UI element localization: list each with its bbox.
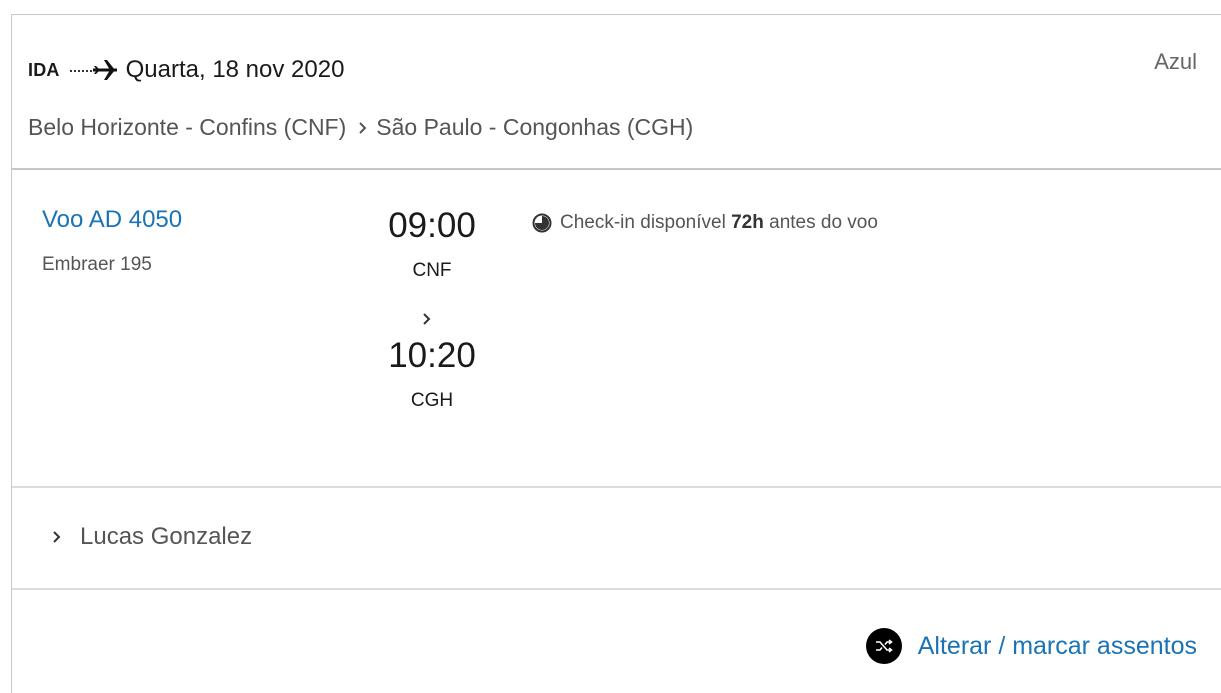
passenger-toggle[interactable]: Lucas Gonzalez (52, 523, 252, 551)
aircraft-type: Embraer 195 (42, 254, 152, 275)
change-seats-label: Alterar / marcar assentos (917, 631, 1197, 660)
checkin-suffix: antes do voo (769, 212, 878, 233)
chevron-right-icon (358, 121, 368, 135)
change-seats-button[interactable]: Alterar / marcar assentos (865, 628, 1197, 664)
checkin-hours: 72h (731, 212, 764, 233)
flight-date: Quarta, 18 nov 2020 (125, 56, 345, 83)
arrival-time: 10:20 (388, 336, 476, 375)
passenger-name: Lucas Gonzalez (80, 523, 253, 550)
flight-card: IDA Quarta, 18 nov 2020 Azul Belo Horizo… (11, 14, 1221, 693)
airline-name: Azul (1154, 49, 1197, 74)
arrival-code: CGH (410, 390, 454, 411)
flight-times: 09:00 CNF 10:20 CGH (377, 206, 487, 412)
checkin-text: Check-in disponível 72h antes do voo (560, 208, 878, 243)
shuffle-icon (865, 628, 902, 664)
dotted-line (69, 69, 92, 72)
flight-details: Voo AD 4050 Embraer 195 09:00 CNF 10:20 … (12, 168, 1221, 488)
clock-icon (532, 213, 552, 243)
departure-time: 09:00 (388, 206, 476, 245)
direction-line: IDA Quarta, 18 nov 2020 (28, 53, 344, 87)
departure-code: CNF (412, 260, 452, 281)
flight-number-link[interactable]: Voo AD 4050 (42, 206, 182, 234)
plane-icon (92, 59, 118, 81)
direction-label: IDA (28, 59, 60, 80)
route: Belo Horizonte - Confins (CNF) São Paulo… (28, 114, 693, 141)
destination-airport: São Paulo - Congonhas (CGH) (376, 114, 694, 140)
chevron-right-icon (52, 530, 62, 544)
origin-airport: Belo Horizonte - Confins (CNF) (28, 114, 347, 140)
chevron-right-icon (367, 312, 487, 336)
flight-header: IDA Quarta, 18 nov 2020 Azul Belo Horizo… (12, 15, 1221, 170)
checkin-prefix: Check-in disponível (560, 212, 726, 233)
checkin-info: Check-in disponível 72h antes do voo (532, 208, 932, 243)
passenger-row[interactable]: Lucas Gonzalez (12, 486, 1221, 590)
